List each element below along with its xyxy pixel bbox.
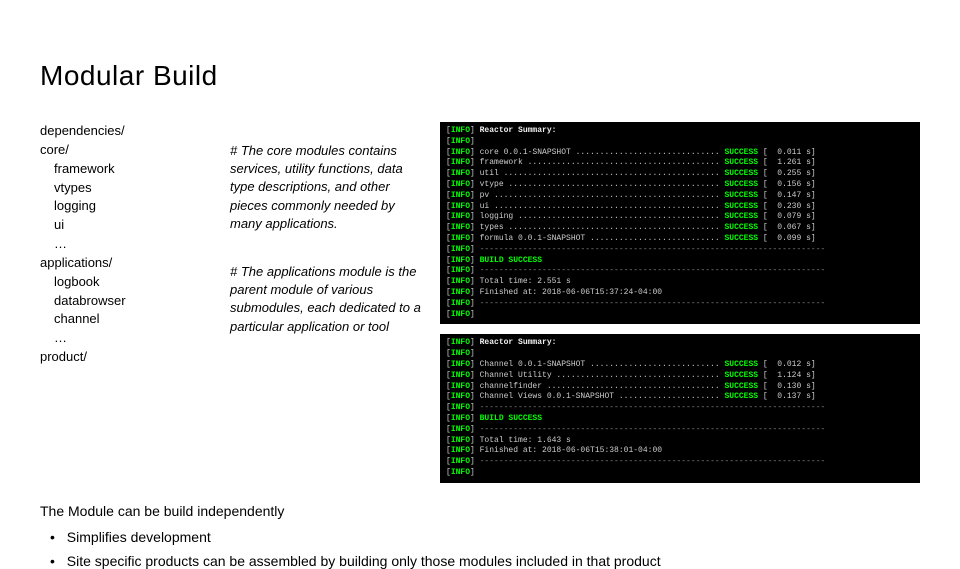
directory-tree: dependencies/ core/ framework vtypes log… xyxy=(40,122,220,483)
tree-line: … xyxy=(40,235,220,254)
footer-bullet: Site specific products can be assembled … xyxy=(50,553,920,569)
tree-line: logbook xyxy=(40,273,220,292)
tree-line: vtypes xyxy=(40,179,220,198)
footer-bullet: Simplifies development xyxy=(50,529,920,545)
tree-line: product/ xyxy=(40,348,220,367)
tree-line: core/ xyxy=(40,141,220,160)
tree-line: … xyxy=(40,329,220,348)
applications-description: # The applications module is the parent … xyxy=(230,263,430,336)
footer-lead: The Module can be build independently xyxy=(40,503,920,519)
content-row: dependencies/ core/ framework vtypes log… xyxy=(40,122,920,483)
tree-line: applications/ xyxy=(40,254,220,273)
tree-line: logging xyxy=(40,197,220,216)
terminal-output-channel: [INFO] Reactor Summary: [INFO] [INFO] Ch… xyxy=(440,334,920,482)
description-column: # The core modules contains services, ut… xyxy=(230,122,430,483)
tree-line: framework xyxy=(40,160,220,179)
tree-line: databrowser xyxy=(40,292,220,311)
page-title: Modular Build xyxy=(40,60,920,92)
tree-line: ui xyxy=(40,216,220,235)
core-description: # The core modules contains services, ut… xyxy=(230,142,430,233)
terminal-column: [INFO] Reactor Summary: [INFO] [INFO] co… xyxy=(440,122,920,483)
terminal-output-core: [INFO] Reactor Summary: [INFO] [INFO] co… xyxy=(440,122,920,324)
tree-line: dependencies/ xyxy=(40,122,220,141)
tree-line: channel xyxy=(40,310,220,329)
footer-section: The Module can be build independently Si… xyxy=(40,503,920,569)
